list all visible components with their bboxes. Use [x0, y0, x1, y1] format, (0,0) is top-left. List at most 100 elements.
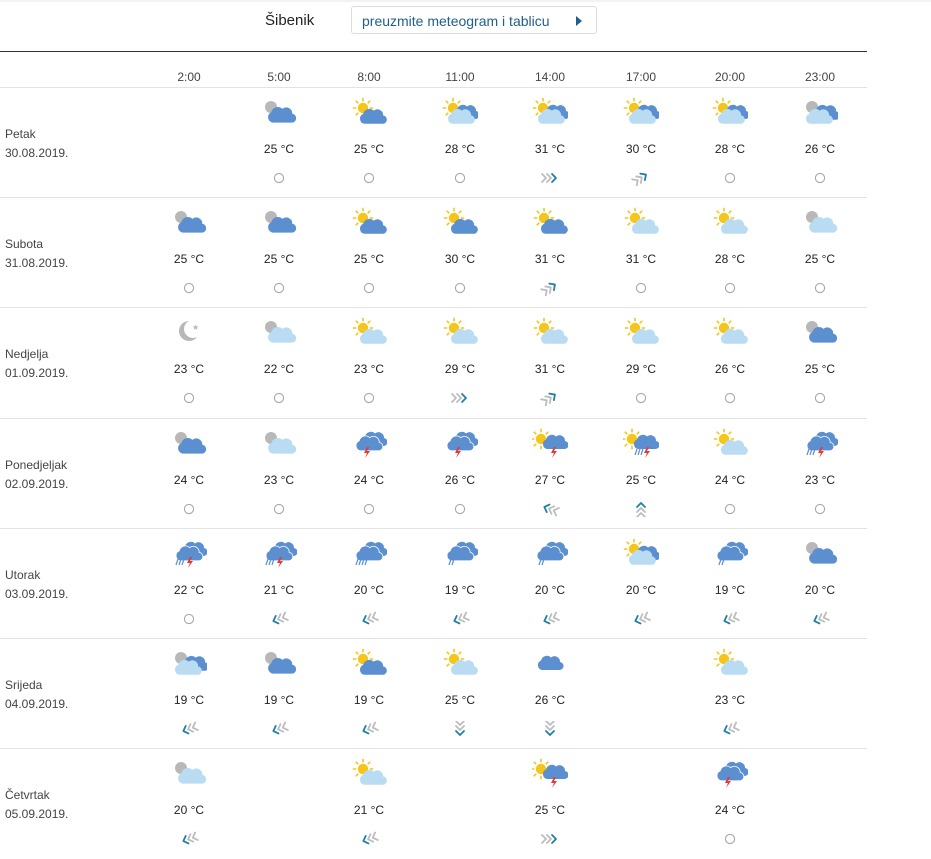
- forecast-cell[interactable]: 28 °C: [430, 88, 490, 198]
- day-name: Četvrtak: [5, 788, 50, 802]
- forecast-cell[interactable]: 25 °C: [611, 419, 671, 529]
- forecast-cell[interactable]: 30 °C: [430, 198, 490, 308]
- forecast-cell[interactable]: 25 °C: [430, 639, 490, 749]
- forecast-cell[interactable]: 19 °C: [700, 529, 760, 639]
- forecast-cell[interactable]: 20 °C: [159, 749, 219, 859]
- cloud-night-icon: [171, 207, 207, 237]
- forecast-cell[interactable]: 25 °C: [790, 308, 850, 418]
- calm-icon: [178, 280, 200, 296]
- calm-icon: [809, 501, 831, 517]
- forecast-cell[interactable]: 25 °C: [249, 198, 309, 308]
- forecast-cell[interactable]: 23 °C: [700, 639, 760, 749]
- wind-east-icon: [539, 170, 561, 186]
- temperature: 24 °C: [173, 473, 205, 487]
- forecast-cell[interactable]: 25 °C: [339, 198, 399, 308]
- cloud-night-icon: [261, 97, 297, 127]
- forecast-cell[interactable]: 19 °C: [430, 529, 490, 639]
- forecast-cell[interactable]: 25 °C: [520, 749, 580, 859]
- sun-cloud-light-icon: [623, 97, 659, 127]
- sun-cloud-light-icon: [442, 97, 478, 127]
- sun-cloud-icon: [351, 648, 387, 678]
- hour-label: 2:00: [177, 70, 201, 84]
- forecast-cell[interactable]: 23 °C: [249, 419, 309, 529]
- forecast-cell[interactable]: 28 °C: [700, 88, 760, 198]
- cloud-night-light-icon: [171, 648, 207, 678]
- forecast-cell[interactable]: 26 °C: [520, 639, 580, 749]
- cloud-night-icon: [171, 428, 207, 458]
- temperature: 20 °C: [804, 583, 836, 597]
- forecast-cell[interactable]: 31 °C: [520, 308, 580, 418]
- light-rain-icon: [712, 538, 748, 568]
- cloud-night-light-single-icon: [261, 428, 297, 458]
- temperature: 20 °C: [173, 803, 205, 817]
- hour-label: 20:00: [714, 70, 746, 84]
- forecast-cell[interactable]: 19 °C: [249, 639, 309, 749]
- wind-southwest-icon: [719, 721, 741, 737]
- forecast-cell[interactable]: 22 °C: [249, 308, 309, 418]
- temperature: 19 °C: [353, 693, 385, 707]
- sun-cloud-light-single-icon: [532, 317, 568, 347]
- forecast-cell[interactable]: 20 °C: [520, 529, 580, 639]
- forecast-cell[interactable]: 24 °C: [339, 419, 399, 529]
- sun-cloud-light-icon: [532, 97, 568, 127]
- forecast-cell[interactable]: 29 °C: [430, 308, 490, 418]
- forecast-cell[interactable]: 25 °C: [790, 198, 850, 308]
- sun-cloud-light-single-icon: [712, 207, 748, 237]
- forecast-cell[interactable]: 25 °C: [339, 88, 399, 198]
- forecast-cell[interactable]: 28 °C: [700, 198, 760, 308]
- day-name: Ponedjeljak: [5, 458, 68, 472]
- forecast-cell[interactable]: 29 °C: [611, 308, 671, 418]
- temperature: 28 °C: [444, 142, 476, 156]
- hour-label: 11:00: [445, 70, 475, 84]
- wind-south-icon: [539, 721, 561, 737]
- temperature: 23 °C: [714, 693, 746, 707]
- temperature: 21 °C: [353, 803, 385, 817]
- forecast-cell[interactable]: 26 °C: [430, 419, 490, 529]
- forecast-cell[interactable]: 20 °C: [611, 529, 671, 639]
- calm-icon: [268, 280, 290, 296]
- day-row: Utorak 03.09.2019. 22 °C 21 °C 20 °C 19 °C 20 …: [0, 528, 867, 639]
- forecast-cell[interactable]: 27 °C: [520, 419, 580, 529]
- forecast-cell[interactable]: 21 °C: [249, 529, 309, 639]
- wind-southwest-icon: [809, 611, 831, 627]
- download-meteogram-button[interactable]: preuzmite meteogram i tablicu: [351, 6, 597, 34]
- forecast-cell[interactable]: 20 °C: [339, 529, 399, 639]
- wind-west-icon: [539, 501, 561, 517]
- forecast-cell[interactable]: 31 °C: [520, 88, 580, 198]
- day-name: Subota: [5, 237, 44, 251]
- temperature: 19 °C: [444, 583, 476, 597]
- svg-text:★: ★: [192, 323, 199, 332]
- forecast-cell[interactable]: 24 °C: [159, 419, 219, 529]
- forecast-cell[interactable]: 25 °C: [159, 198, 219, 308]
- forecast-cell[interactable]: 22 °C: [159, 529, 219, 639]
- forecast-cell[interactable]: 23 °C: [790, 419, 850, 529]
- forecast-cell[interactable]: 31 °C: [611, 198, 671, 308]
- wind-southwest-icon: [719, 611, 741, 627]
- temperature: 21 °C: [263, 583, 295, 597]
- forecast-cell[interactable]: 19 °C: [159, 639, 219, 749]
- hours-header: 2:00 5:00 8:00 11:00 14:00 17:00 20:00 23:00: [0, 70, 867, 86]
- forecast-cell[interactable]: 24 °C: [700, 419, 760, 529]
- sun-thunder-icon: [532, 428, 568, 458]
- rain-icon: [351, 538, 387, 568]
- forecast-cell[interactable]: 19 °C: [339, 639, 399, 749]
- day-row: Srijeda 04.09.2019. 19 °C 19 °C 19 °C 25 °C 26…: [0, 638, 867, 749]
- temperature: 19 °C: [173, 693, 205, 707]
- forecast-cell[interactable]: ★ 23 °C: [159, 308, 219, 418]
- forecast-cell[interactable]: 24 °C: [700, 749, 760, 859]
- forecast-cell[interactable]: 30 °C: [611, 88, 671, 198]
- temperature: 29 °C: [444, 362, 476, 376]
- temperature: 30 °C: [444, 252, 476, 266]
- forecast-cell[interactable]: 20 °C: [790, 529, 850, 639]
- day-label: Utorak 03.09.2019.: [5, 566, 68, 604]
- forecast-cell[interactable]: 23 °C: [339, 308, 399, 418]
- forecast-cell[interactable]: 31 °C: [520, 198, 580, 308]
- day-row: Subota 31.08.2019. 25 °C 25 °C 25 °C 30 °C 31 …: [0, 197, 867, 308]
- forecast-cell[interactable]: 25 °C: [249, 88, 309, 198]
- top-divider: [0, 0, 931, 2]
- forecast-cell[interactable]: 21 °C: [339, 749, 399, 859]
- calm-icon: [809, 280, 831, 296]
- forecast-cell[interactable]: 26 °C: [700, 308, 760, 418]
- forecast-cell[interactable]: 26 °C: [790, 88, 850, 198]
- wind-southwest-icon: [539, 611, 561, 627]
